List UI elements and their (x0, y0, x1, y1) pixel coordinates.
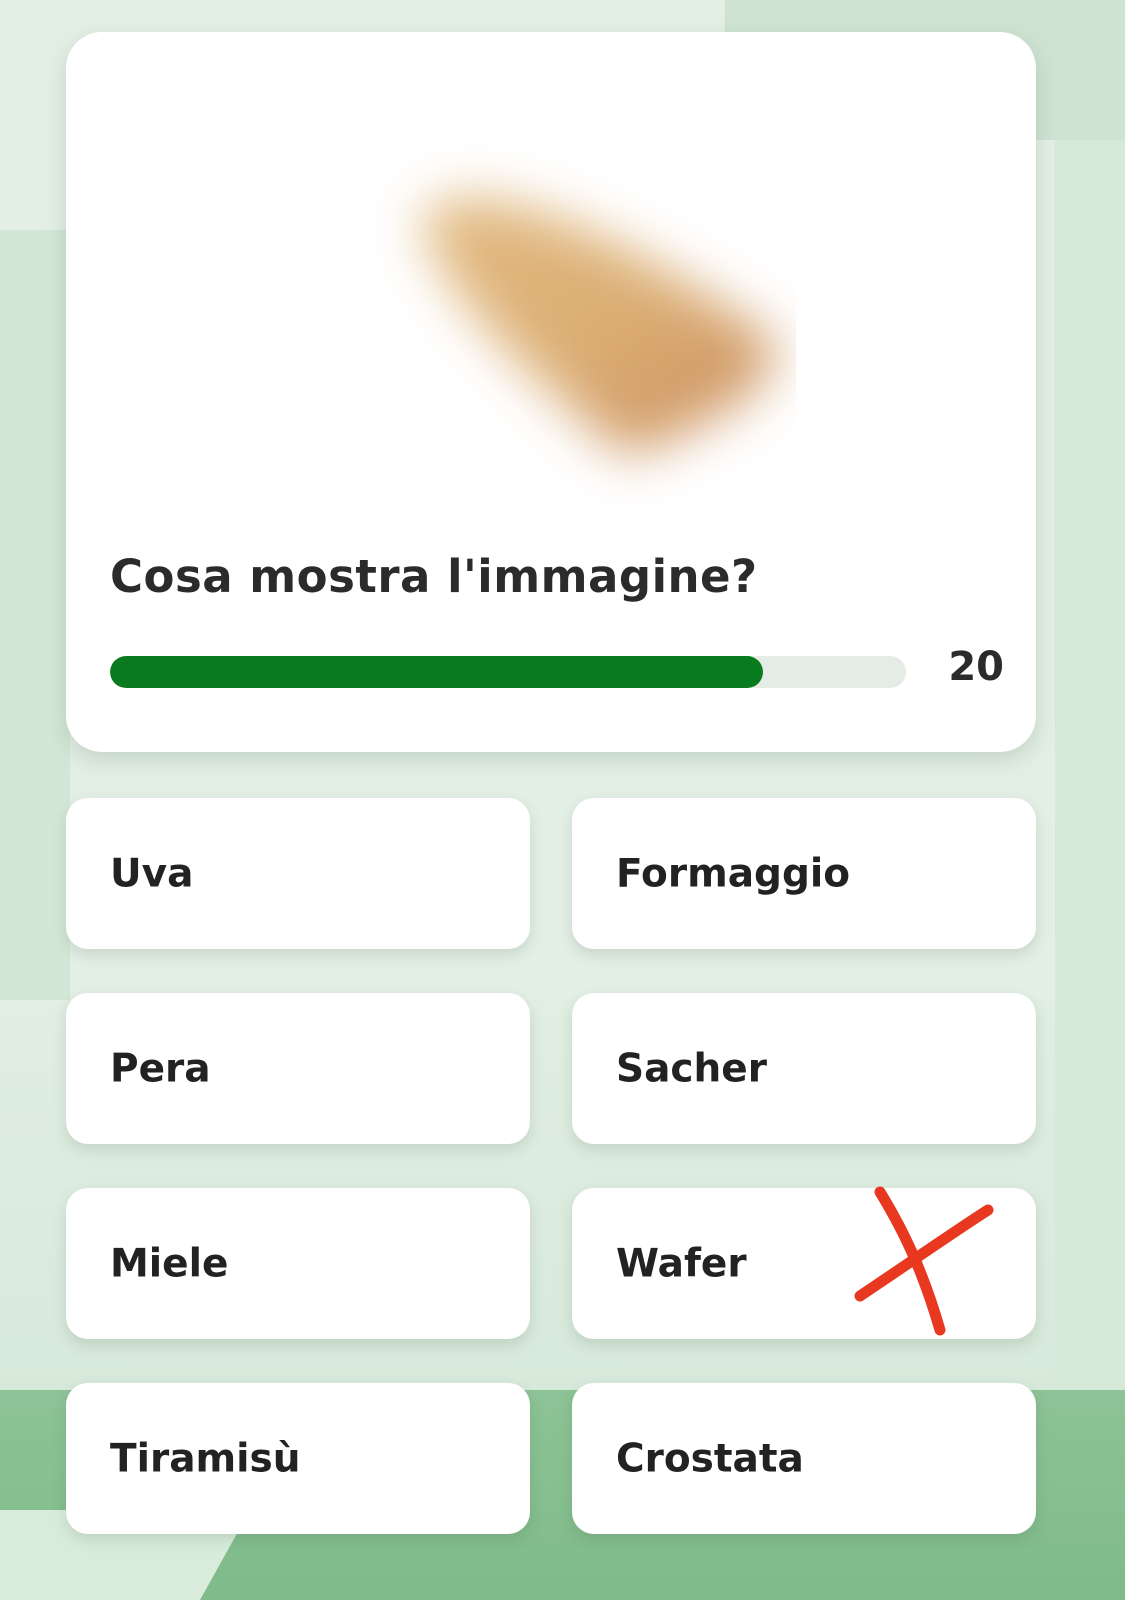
answer-label: Uva (110, 851, 194, 896)
timer-progress-fill (110, 656, 763, 688)
answer-label: Crostata (616, 1436, 804, 1481)
blurred-food-image (316, 87, 796, 527)
background-block (0, 230, 70, 1000)
answer-label: Pera (110, 1046, 211, 1091)
answer-label: Wafer (616, 1241, 747, 1286)
answer-button[interactable]: Tiramisù (66, 1383, 530, 1534)
answer-button[interactable]: Formaggio (572, 798, 1036, 949)
answer-button[interactable]: Sacher (572, 993, 1036, 1144)
answer-button[interactable]: Miele (66, 1188, 530, 1339)
answer-label: Tiramisù (110, 1436, 301, 1481)
question-card: Cosa mostra l'immagine? 20 (66, 32, 1036, 752)
answer-label: Miele (110, 1241, 229, 1286)
answer-button[interactable]: Pera (66, 993, 530, 1144)
answer-button[interactable]: Uva (66, 798, 530, 949)
answer-grid: Uva Formaggio Pera Sacher Miele Wafer Ti… (66, 798, 1036, 1534)
timer-value: 20 (948, 644, 1004, 690)
background-block (1055, 140, 1125, 1400)
answer-label: Formaggio (616, 851, 851, 896)
question-text: Cosa mostra l'immagine? (110, 550, 758, 603)
answer-button-wafer[interactable]: Wafer (572, 1186, 1036, 1339)
red-x-mark-icon (842, 1186, 1002, 1348)
blurred-food-shape (421, 197, 777, 457)
answer-button[interactable]: Crostata (572, 1383, 1036, 1534)
timer-progress-bar (110, 656, 906, 688)
answer-label: Sacher (616, 1046, 767, 1091)
